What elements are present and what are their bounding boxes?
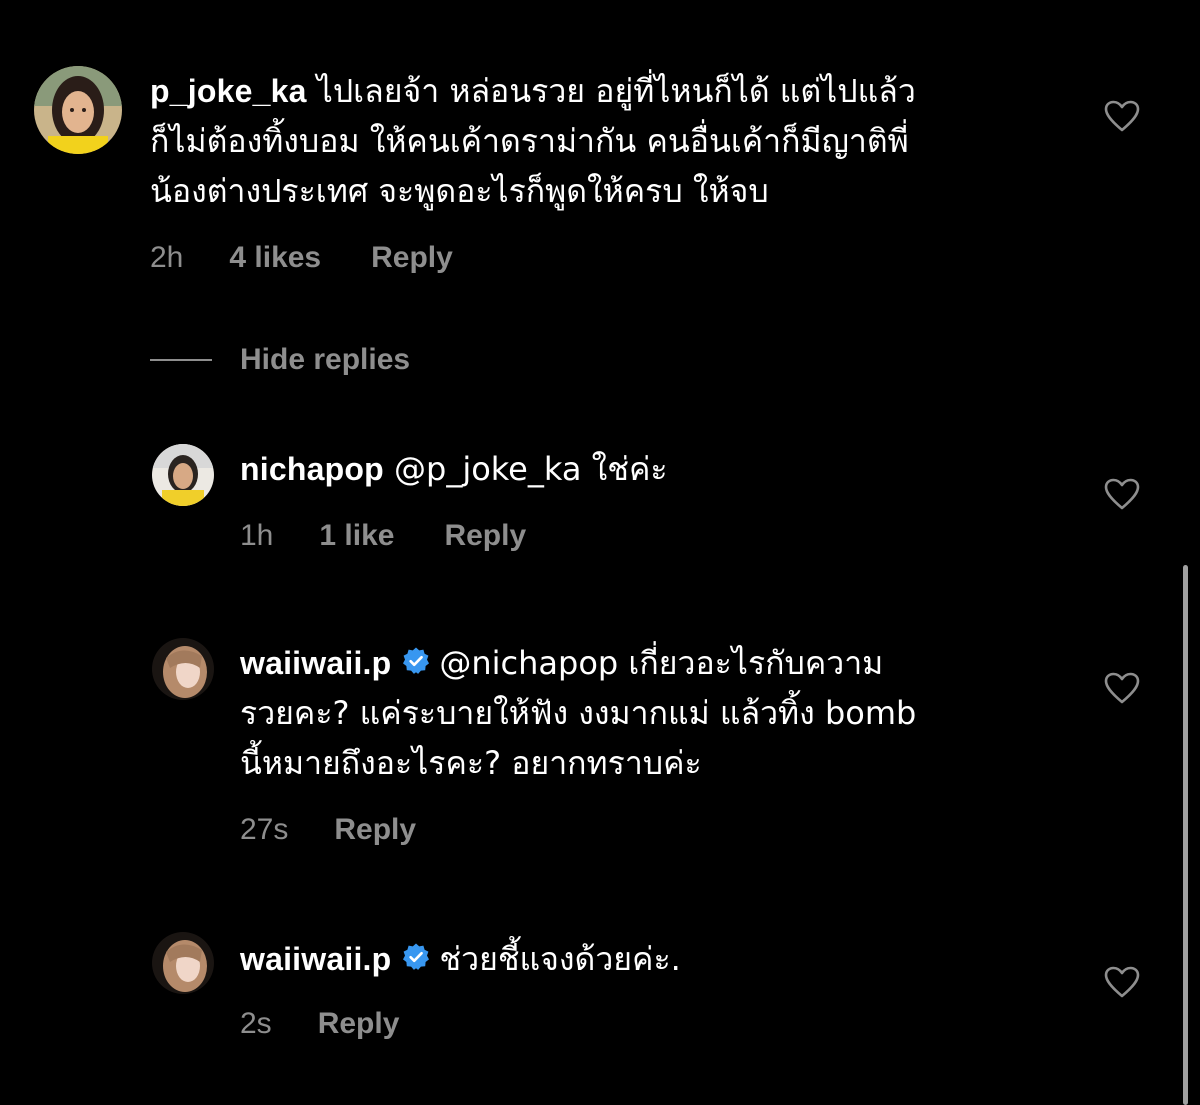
- timestamp: 2h: [150, 241, 184, 274]
- scrollbar[interactable]: [1183, 565, 1188, 1105]
- comment-line-1: waiiwaii.p @nichapop เกี่ยวอะไรกับความ: [240, 638, 1080, 688]
- comment-text: เกี่ยวอะไรกับความ: [628, 644, 884, 682]
- reply-button[interactable]: Reply: [444, 519, 526, 553]
- comment-text: ใช่ค่ะ: [591, 450, 668, 488]
- hide-replies-label[interactable]: Hide replies: [240, 343, 410, 377]
- comment-meta: 1h 1 like Reply: [240, 516, 526, 556]
- comment-meta: 2h 4 likes Reply: [150, 238, 453, 278]
- reply-button[interactable]: Reply: [371, 241, 453, 275]
- mention-link[interactable]: @nichapop: [439, 644, 618, 682]
- hide-replies-button[interactable]: Hide replies: [150, 338, 410, 382]
- avatar[interactable]: [152, 638, 214, 700]
- avatar[interactable]: [152, 444, 214, 506]
- comment-meta: 27s Reply: [240, 810, 416, 850]
- reply-button[interactable]: Reply: [318, 1007, 400, 1041]
- comment-line-1: waiiwaii.p ช่วยชี้แจงด้วยค่ะ.: [240, 934, 1080, 984]
- timestamp: 1h: [240, 519, 274, 552]
- reply-button[interactable]: Reply: [334, 813, 416, 847]
- heart-outline-icon[interactable]: [1104, 966, 1140, 998]
- heart-outline-icon[interactable]: [1104, 100, 1140, 132]
- verified-badge-icon: [401, 942, 431, 972]
- comment-line-1: p_joke_ka ไปเลยจ้า หล่อนรวย อยู่ที่ไหนก็…: [150, 66, 1070, 116]
- username[interactable]: nichapop: [240, 451, 384, 487]
- comment-line-2: รวยคะ? แค่ระบายให้ฟัง งงมากแม่ แล้วทิ้ง …: [240, 694, 917, 732]
- timestamp: 27s: [240, 813, 289, 846]
- comment-line-2: ก็ไม่ต้องทิ้งบอม ให้คนเค้าดราม่ากัน คนอื…: [150, 122, 909, 160]
- avatar[interactable]: [152, 932, 214, 994]
- mention-link[interactable]: @p_joke_ka: [394, 450, 581, 488]
- heart-outline-icon[interactable]: [1104, 478, 1140, 510]
- heart-outline-icon[interactable]: [1104, 672, 1140, 704]
- avatar[interactable]: [34, 66, 122, 154]
- comment-meta: 2s Reply: [240, 1004, 399, 1044]
- comment-line-3: น้องต่างประเทศ จะพูดอะไรก็พูดให้ครบ ให้จ…: [150, 172, 769, 210]
- comment-text: ไปเลยจ้า หล่อนรวย อยู่ที่ไหนก็ได้ แต่ไปแ…: [316, 72, 916, 110]
- timestamp: 2s: [240, 1007, 272, 1040]
- likes-count[interactable]: 4 likes: [229, 241, 321, 275]
- username[interactable]: waiiwaii.p: [240, 941, 391, 977]
- comment-line-1: nichapop @p_joke_ka ใช่ค่ะ: [240, 444, 1080, 494]
- username[interactable]: waiiwaii.p: [240, 645, 391, 681]
- comment-text: ช่วยชี้แจงด้วยค่ะ.: [439, 940, 681, 978]
- likes-count[interactable]: 1 like: [319, 519, 394, 553]
- verified-badge-icon: [401, 646, 431, 676]
- comment-line-3: นี้หมายถึงอะไรคะ? อยากทราบค่ะ: [240, 744, 702, 782]
- hide-replies-divider: [150, 359, 212, 361]
- username[interactable]: p_joke_ka: [150, 73, 307, 109]
